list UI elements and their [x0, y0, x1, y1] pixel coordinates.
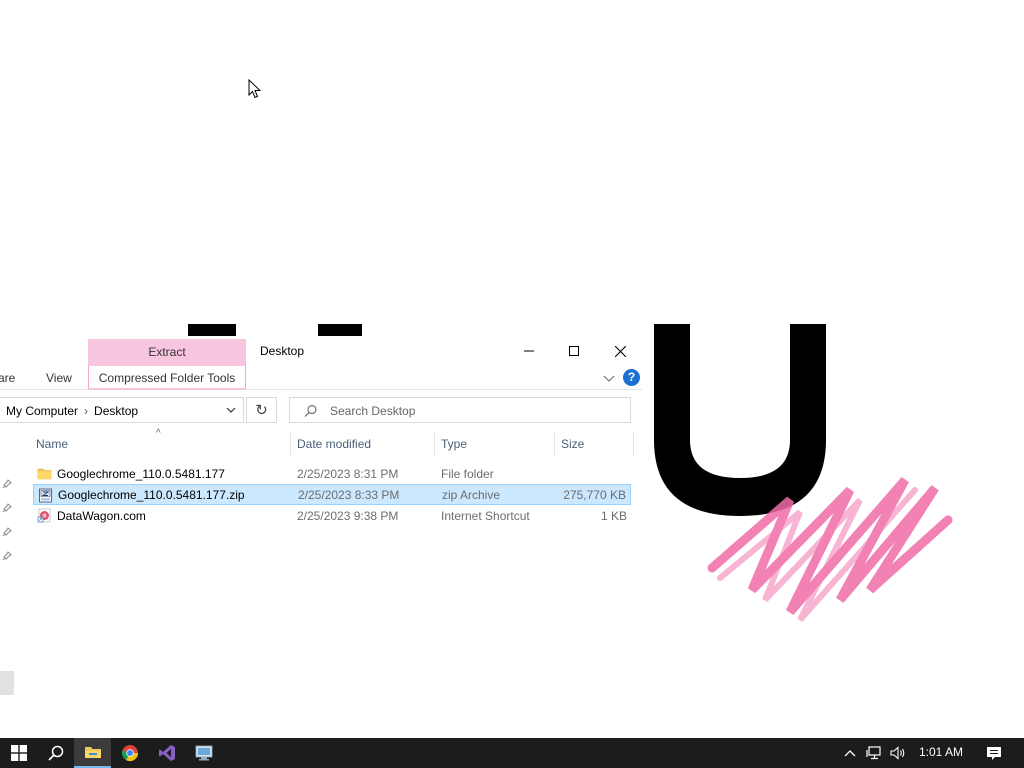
taskbar-chrome[interactable] — [111, 738, 148, 768]
taskbar-search-button[interactable] — [37, 738, 74, 768]
column-divider[interactable] — [290, 432, 291, 456]
internet-shortcut-icon — [37, 508, 51, 523]
file-name: Googlechrome_110.0.5481.177 — [57, 467, 225, 481]
column-header-type[interactable]: Type — [441, 437, 467, 451]
zip-archive-icon — [39, 488, 52, 503]
chevron-down-icon — [226, 407, 236, 413]
refresh-button[interactable]: ↻ — [246, 397, 277, 423]
start-icon — [10, 745, 27, 761]
close-icon — [614, 345, 626, 357]
column-header-size[interactable]: Size — [561, 437, 584, 451]
pin-icon[interactable] — [2, 479, 12, 489]
file-date: 2/25/2023 8:33 PM — [298, 488, 400, 502]
refresh-icon: ↻ — [255, 402, 268, 419]
file-row[interactable]: DataWagon.com 2/25/2023 9:38 PM Internet… — [33, 505, 631, 526]
search-icon — [304, 404, 317, 417]
tab-view[interactable]: View — [46, 371, 72, 385]
taskbar-remote-desktop[interactable] — [185, 738, 222, 768]
maximize-icon — [569, 346, 579, 356]
remote-desktop-icon — [195, 745, 212, 761]
speaker-icon — [890, 746, 905, 760]
search-icon — [47, 745, 63, 761]
file-date: 2/25/2023 8:31 PM — [297, 467, 399, 481]
visual-studio-icon — [158, 745, 175, 761]
tab-compressed-folder-tools[interactable]: Compressed Folder Tools — [88, 366, 246, 390]
folder-icon — [37, 468, 52, 480]
column-header-date-modified[interactable]: Date modified — [297, 437, 371, 451]
file-name: DataWagon.com — [57, 509, 146, 523]
breadcrumb-my-computer[interactable]: My Computer — [6, 404, 78, 418]
sort-ascending-icon: ^ — [156, 428, 161, 439]
pin-icon[interactable] — [2, 551, 12, 561]
search-input[interactable]: Search Desktop — [330, 404, 415, 418]
tab-share[interactable]: are — [0, 371, 15, 385]
file-row-selected[interactable]: Googlechrome_110.0.5481.177.zip 2/25/202… — [33, 484, 631, 505]
pin-icon[interactable] — [2, 503, 12, 513]
navigation-pane — [0, 456, 16, 696]
network-button[interactable] — [862, 738, 886, 768]
address-dropdown-button[interactable] — [221, 398, 241, 422]
file-size: 275,770 KB — [563, 488, 626, 502]
ribbon-tabs: are View Compressed Folder Tools — [0, 366, 642, 390]
file-explorer-window: Extract Desktop are View Compressed Fold… — [0, 336, 642, 701]
show-hidden-icons-button[interactable] — [838, 738, 862, 768]
column-divider[interactable] — [554, 432, 555, 456]
column-divider[interactable] — [434, 432, 435, 456]
file-date: 2/25/2023 9:38 PM — [297, 509, 399, 523]
help-icon[interactable]: ? — [623, 369, 640, 386]
file-type: Internet Shortcut — [441, 509, 530, 523]
minimize-icon — [524, 350, 534, 352]
expand-ribbon-chevron-icon[interactable] — [603, 372, 615, 386]
taskbar-visual-studio[interactable] — [148, 738, 185, 768]
notification-icon — [986, 746, 1001, 760]
network-icon — [866, 746, 881, 760]
chrome-icon — [121, 745, 138, 762]
context-tab-extract[interactable]: Extract — [88, 339, 246, 366]
window-title: Desktop — [260, 344, 305, 358]
column-header-name[interactable]: Name — [36, 437, 68, 451]
maximize-button[interactable] — [551, 336, 597, 366]
file-name: Googlechrome_110.0.5481.177.zip — [58, 488, 245, 502]
breadcrumb-separator-icon: › — [84, 404, 89, 418]
minimize-button[interactable] — [506, 336, 552, 366]
file-row[interactable]: Googlechrome_110.0.5481.177 2/25/2023 8:… — [33, 463, 631, 484]
nav-scrollbar[interactable] — [0, 671, 14, 695]
volume-button[interactable] — [886, 738, 910, 768]
mouse-cursor-icon — [248, 78, 262, 99]
file-type: File folder — [441, 467, 494, 481]
chevron-up-icon — [844, 750, 856, 757]
column-divider[interactable] — [633, 432, 634, 456]
search-box[interactable]: Search Desktop — [289, 397, 631, 423]
column-headers: ^ Name Date modified Type Size — [0, 428, 635, 456]
breadcrumb-desktop[interactable]: Desktop — [94, 404, 138, 418]
file-explorer-icon — [84, 747, 101, 758]
title-bar: Extract Desktop — [0, 336, 642, 366]
file-type: zip Archive — [442, 488, 501, 502]
taskbar: 1:01 AM — [0, 738, 1024, 768]
address-bar[interactable]: My Computer › Desktop — [0, 397, 244, 423]
start-button[interactable] — [0, 738, 37, 768]
close-button[interactable] — [597, 336, 643, 366]
action-center-button[interactable] — [975, 738, 1012, 768]
pin-icon[interactable] — [2, 527, 12, 537]
clock[interactable]: 1:01 AM — [919, 745, 963, 759]
file-size: 1 KB — [600, 509, 627, 523]
taskbar-file-explorer[interactable] — [74, 738, 111, 768]
